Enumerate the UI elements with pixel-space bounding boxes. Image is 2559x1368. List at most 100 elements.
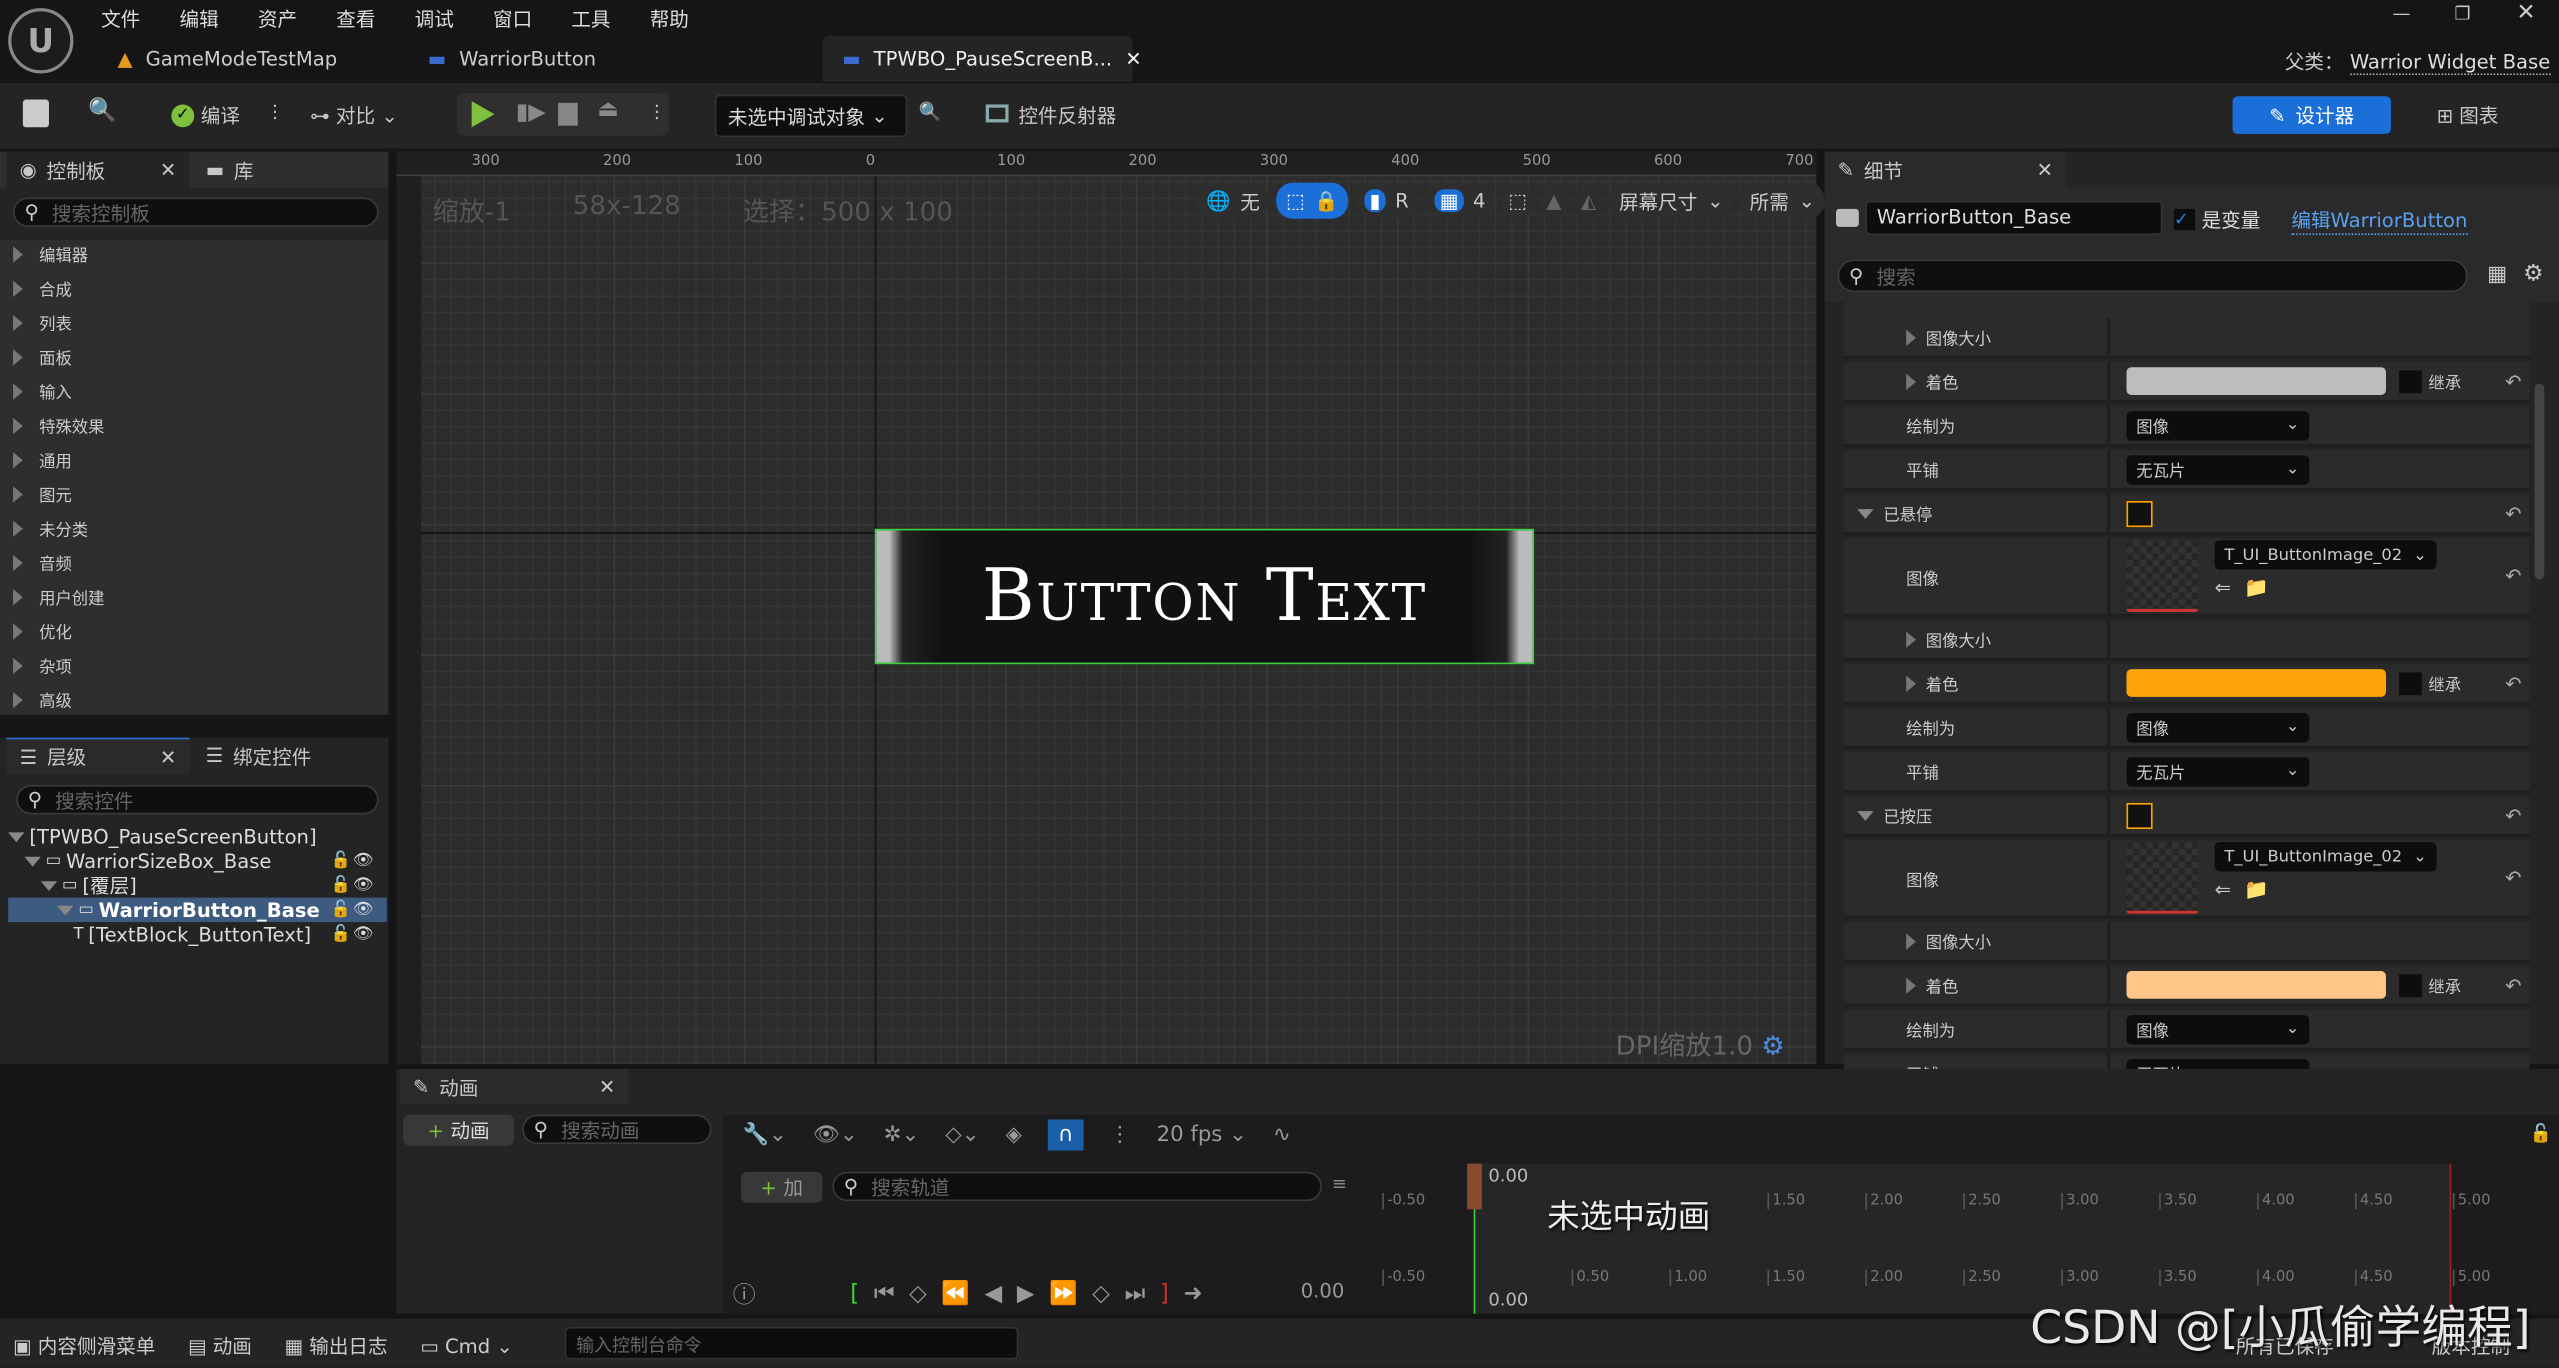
reset-to-default-icon[interactable]: ↶ bbox=[2505, 867, 2521, 890]
cmd-dropdown[interactable]: ▭ Cmd ⌄ bbox=[420, 1334, 513, 1357]
hierarchy-search-input[interactable]: ⚲ 搜索控件 bbox=[16, 784, 379, 815]
jump-start-icon[interactable]: ⏮ bbox=[874, 1281, 895, 1307]
grid-snap-toggle[interactable]: ▦ 4 bbox=[1425, 182, 1496, 219]
fill-mode-dropdown[interactable]: 所需 ⌄ bbox=[1739, 182, 1825, 219]
hierarchy-row[interactable]: [TPWBO_PauseScreenButton] bbox=[8, 824, 387, 848]
eject-icon[interactable]: ⏏ bbox=[597, 96, 619, 122]
wrench-icon[interactable]: 🔧⌄ bbox=[743, 1123, 787, 1147]
browse-asset-icon[interactable]: 📁 bbox=[2244, 576, 2268, 599]
play-forward-icon[interactable]: ▶ bbox=[1017, 1281, 1035, 1307]
tab-details[interactable]: ✎ 细节 ✕ bbox=[1824, 151, 2067, 188]
eye-icon[interactable]: 👁 bbox=[353, 876, 374, 894]
close-tab-icon[interactable]: ✕ bbox=[2037, 158, 2053, 181]
maximize-button[interactable]: ❐ bbox=[2455, 3, 2471, 24]
hierarchy-row[interactable]: ▭ WarriorButton_Base 🔓 👁 bbox=[8, 897, 387, 923]
respect-locks-toggle[interactable]: ▮ R bbox=[1354, 182, 1419, 219]
step-icon[interactable]: ▮▶ bbox=[516, 100, 546, 126]
set-start-icon[interactable]: [ bbox=[850, 1281, 859, 1307]
widget-reflector-button[interactable]: 控件反射器 bbox=[985, 101, 1116, 129]
inherit-checkbox[interactable] bbox=[2399, 973, 2422, 997]
close-tab-icon[interactable]: ✕ bbox=[599, 1075, 615, 1098]
outline-lock-toggle[interactable]: ⬚ 🔒 bbox=[1276, 182, 1349, 219]
step-forward-icon[interactable]: ⏩ bbox=[1049, 1281, 1077, 1307]
set-end-icon[interactable]: ] bbox=[1160, 1281, 1169, 1307]
compile-button[interactable]: ✓ 编译 bbox=[171, 101, 240, 129]
palette-category[interactable]: 合成 bbox=[0, 271, 388, 305]
debug-target-dropdown[interactable]: 未选中调试对象 ⌄ bbox=[714, 94, 908, 138]
tab-bind-widgets[interactable]: ☰ 绑定控件 bbox=[193, 738, 325, 774]
select-mode-button[interactable]: ⬚ bbox=[1501, 182, 1534, 219]
close-window-button[interactable]: ✕ bbox=[2517, 0, 2536, 26]
collapse-arrow-icon[interactable] bbox=[8, 831, 25, 842]
view-icon[interactable]: 👁⌄ bbox=[813, 1123, 858, 1147]
play-reverse-icon[interactable]: ◀ bbox=[985, 1281, 1003, 1307]
property-dropdown[interactable]: 无瓦片 ⌄ bbox=[2126, 454, 2310, 484]
close-tab-icon[interactable]: ✕ bbox=[1125, 47, 1141, 70]
palette-category[interactable]: 特殊效果 bbox=[0, 408, 388, 442]
asset-picker-dropdown[interactable]: T_UI_ButtonImage_02 ⌄ bbox=[2214, 540, 2437, 570]
details-scrollbar[interactable] bbox=[2534, 383, 2545, 580]
tab-palette[interactable]: ◉ 控制板 ✕ bbox=[6, 151, 190, 188]
console-input[interactable]: 输入控制台命令 bbox=[564, 1326, 1019, 1360]
auto-key-icon[interactable]: ◈ bbox=[1006, 1123, 1022, 1147]
palette-category[interactable]: 编辑器 bbox=[0, 237, 388, 271]
close-tab-icon[interactable]: ✕ bbox=[160, 158, 176, 181]
image-thumbnail[interactable] bbox=[2126, 540, 2199, 612]
reset-to-default-icon[interactable]: ↶ bbox=[2505, 973, 2521, 996]
eye-icon[interactable]: 👁 bbox=[353, 852, 374, 870]
background-image-button[interactable]: ▲ bbox=[1539, 182, 1568, 219]
curve-editor-icon[interactable]: ∿ bbox=[1273, 1123, 1291, 1147]
collapse-arrow-icon[interactable] bbox=[1857, 508, 1874, 519]
property-dropdown[interactable]: 无瓦片 ⌄ bbox=[2126, 756, 2310, 786]
tab-animation[interactable]: ✎ 动画 ✕ bbox=[399, 1068, 629, 1105]
graph-button[interactable]: ⊞ 图表 bbox=[2437, 101, 2499, 129]
timeline-area[interactable] bbox=[1379, 1163, 2559, 1314]
property-matrix-icon[interactable]: ▦ bbox=[2487, 263, 2507, 287]
tint-color-swatch[interactable] bbox=[2126, 971, 2386, 999]
lock-icon[interactable]: 🔓 bbox=[331, 901, 351, 919]
flip-button[interactable]: ◭ bbox=[1574, 182, 1603, 219]
info-icon[interactable]: ⓘ bbox=[733, 1278, 756, 1311]
palette-category[interactable]: 用户创建 bbox=[0, 579, 388, 613]
expand-arrow-icon[interactable] bbox=[1906, 976, 1916, 994]
preview-button-widget[interactable]: Button Text bbox=[874, 528, 1535, 665]
use-selected-icon[interactable]: ⇐ bbox=[2215, 576, 2231, 599]
details-search-input[interactable]: ⚲ 搜索 bbox=[1837, 259, 2468, 293]
track-filter-icon[interactable]: ≡ bbox=[1332, 1173, 1347, 1194]
document-tab[interactable]: ▬ WarriorButton bbox=[408, 36, 718, 82]
property-dropdown[interactable]: 图像 ⌄ bbox=[2126, 712, 2310, 742]
reset-to-default-icon[interactable]: ↶ bbox=[2505, 672, 2521, 695]
designer-button[interactable]: ✎ 设计器 bbox=[2232, 96, 2391, 134]
parent-class-link[interactable]: Warrior Widget Base bbox=[2349, 50, 2551, 76]
animation-drawer-button[interactable]: ▤ 动画 bbox=[188, 1332, 252, 1360]
expand-arrow-icon[interactable] bbox=[1906, 932, 1916, 950]
add-animation-button[interactable]: + 动画 bbox=[403, 1114, 515, 1146]
expand-arrow-icon[interactable] bbox=[1906, 630, 1916, 648]
menu-item[interactable]: 资产 bbox=[258, 8, 297, 31]
screen-size-dropdown[interactable]: 屏幕尺寸 ⌄ bbox=[1609, 182, 1734, 219]
eye-icon[interactable]: 👁 bbox=[353, 925, 374, 943]
tab-hierarchy[interactable]: ☰ 层级 ✕ bbox=[6, 737, 190, 774]
palette-category[interactable]: 图元 bbox=[0, 477, 388, 511]
hierarchy-row[interactable]: T [TextBlock_ButtonText] 🔓 👁 bbox=[8, 922, 387, 946]
property-dropdown[interactable]: 图像 ⌄ bbox=[2126, 1014, 2310, 1044]
palette-category[interactable]: 杂项 bbox=[0, 648, 388, 682]
save-icon[interactable] bbox=[22, 99, 49, 128]
diff-button[interactable]: ⊶ 对比 ⌄ bbox=[310, 101, 398, 129]
lock-icon[interactable]: 🔓 bbox=[331, 925, 351, 943]
collapse-arrow-icon[interactable] bbox=[24, 855, 41, 866]
expand-arrow-icon[interactable] bbox=[1906, 328, 1916, 346]
menu-item[interactable]: 查看 bbox=[336, 8, 375, 31]
key-icon[interactable]: ◇⌄ bbox=[945, 1123, 979, 1147]
content-drawer-button[interactable]: ▣ 内容侧滑菜单 bbox=[13, 1332, 155, 1360]
menu-item[interactable]: 调试 bbox=[415, 8, 454, 31]
stop-icon[interactable] bbox=[558, 102, 578, 126]
close-tab-icon[interactable]: ✕ bbox=[160, 745, 176, 768]
loop-icon[interactable]: ➜ bbox=[1183, 1281, 1202, 1307]
playback-options-icon[interactable]: ✲⌄ bbox=[884, 1123, 920, 1147]
minimize-button[interactable]: — bbox=[2393, 3, 2411, 24]
eye-icon[interactable]: 👁 bbox=[353, 901, 374, 919]
palette-category[interactable]: 列表 bbox=[0, 305, 388, 339]
tint-color-swatch[interactable] bbox=[2126, 367, 2386, 395]
inherit-checkbox[interactable] bbox=[2399, 369, 2422, 393]
